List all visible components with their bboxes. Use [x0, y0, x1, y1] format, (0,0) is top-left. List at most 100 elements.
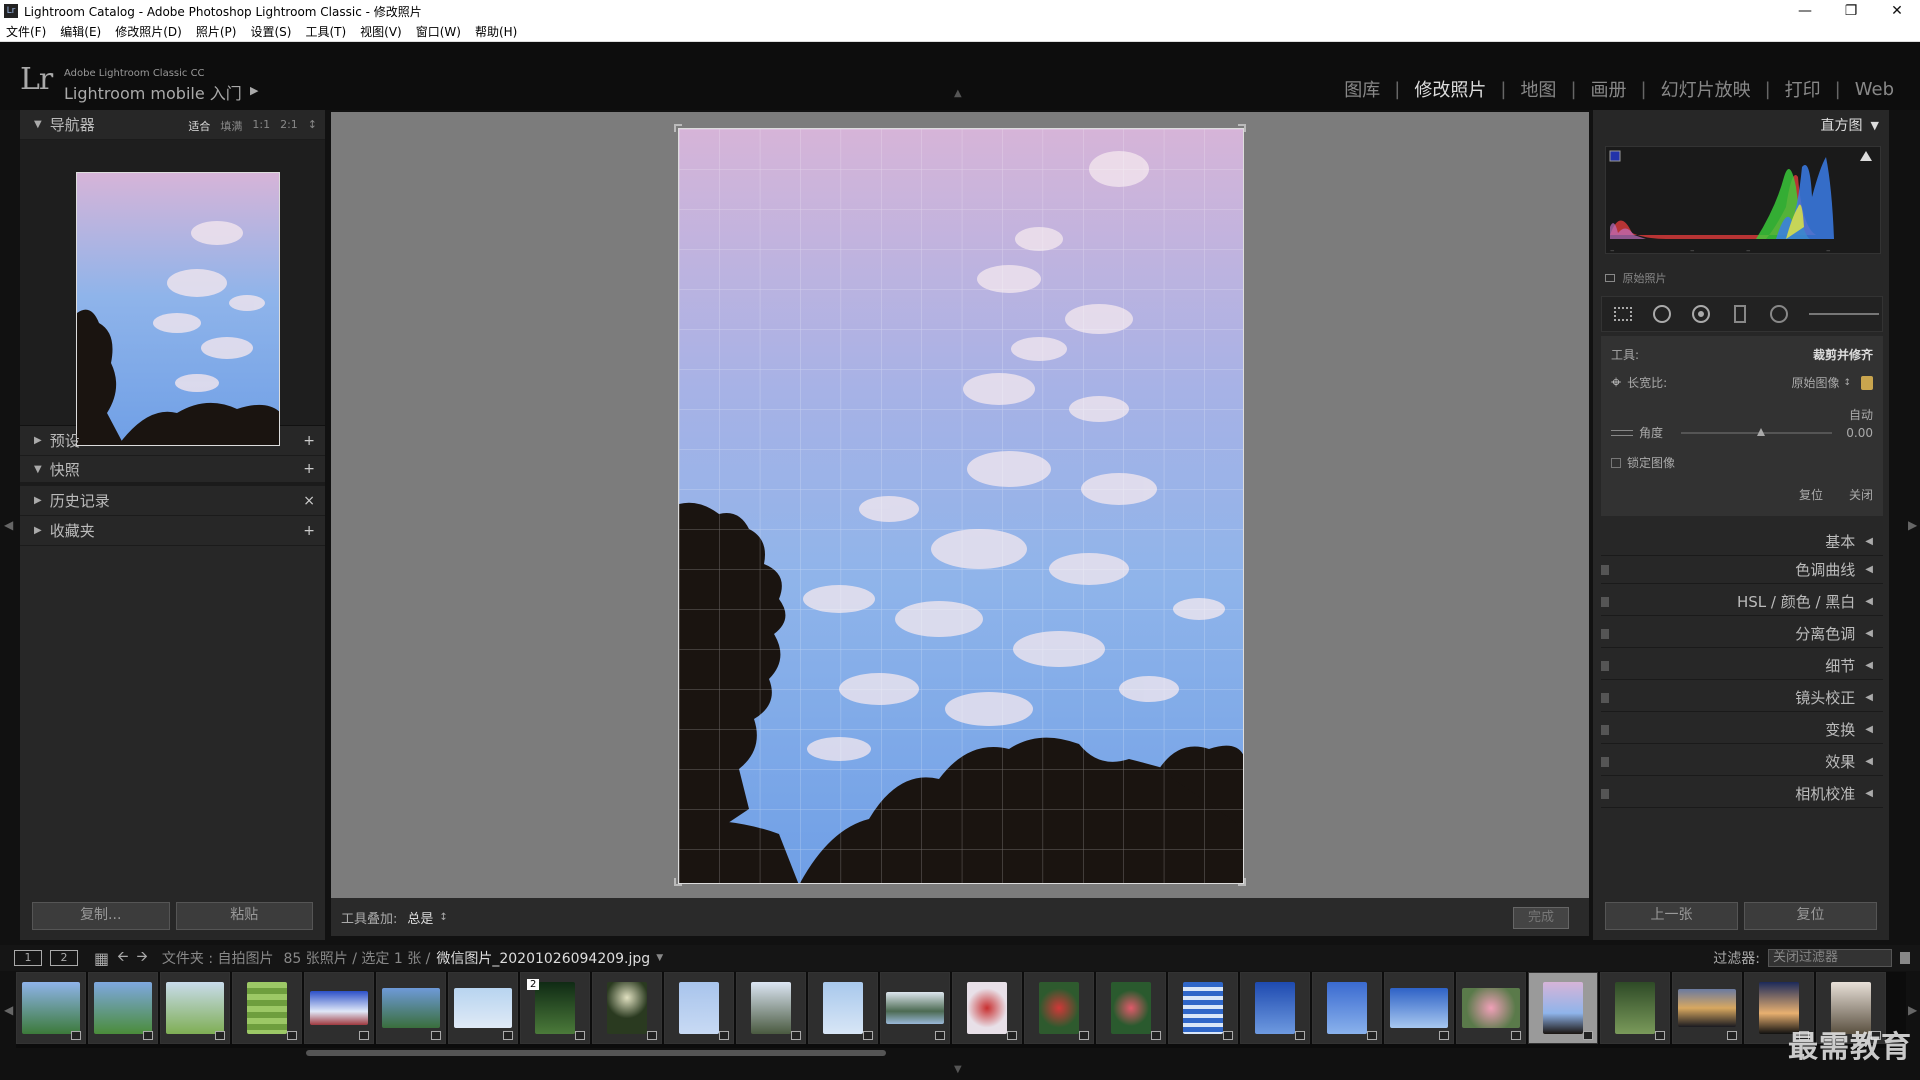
grid-view-icon[interactable]: ▦: [94, 949, 109, 968]
lock-icon[interactable]: [1861, 375, 1873, 390]
spot-removal-tool-icon[interactable]: [1651, 304, 1674, 324]
radial-filter-tool-icon[interactable]: [1767, 304, 1790, 324]
module-book[interactable]: 画册: [1577, 76, 1641, 102]
clear-history-icon[interactable]: ×: [303, 493, 315, 509]
module-map[interactable]: 地图: [1506, 76, 1570, 102]
thumbnail[interactable]: [1096, 972, 1166, 1044]
menu-develop[interactable]: 修改照片(D): [115, 23, 182, 40]
select-arrows-icon[interactable]: ↕: [1843, 378, 1851, 388]
thumbnail[interactable]: [1456, 972, 1526, 1044]
navigator-preview[interactable]: [20, 140, 325, 446]
crop-reset-button[interactable]: 复位: [1799, 486, 1823, 503]
thumbnail[interactable]: 2: [520, 972, 590, 1044]
histogram-header[interactable]: 直方图 ▼: [1593, 110, 1889, 140]
section-transform[interactable]: 变换 ◀: [1601, 716, 1883, 744]
collections-panel[interactable]: ▶ 收藏夹 +: [20, 516, 325, 546]
section-split-toning[interactable]: 分离色调 ◀: [1601, 620, 1883, 648]
menu-window[interactable]: 窗口(W): [416, 23, 461, 40]
thumbnail[interactable]: [304, 972, 374, 1044]
section-camera-calibration[interactable]: 相机校准 ◀: [1601, 780, 1883, 808]
thumbnail[interactable]: [1312, 972, 1382, 1044]
crop-handle-bottom-left[interactable]: [674, 878, 682, 886]
panel-switch-icon[interactable]: [1601, 725, 1609, 735]
filmstrip-right-icon[interactable]: ▶: [1908, 1003, 1917, 1017]
navigator-header[interactable]: ▼ 导航器 适合 填满 1:1 2:1 ↕: [20, 110, 325, 140]
thumbnail[interactable]: [736, 972, 806, 1044]
crop-close-button[interactable]: 关闭: [1849, 486, 1873, 503]
bottom-panel-toggle-icon[interactable]: ▼: [954, 1064, 962, 1075]
image-canvas[interactable]: [331, 112, 1589, 898]
adjustment-brush-tool-icon[interactable]: [1806, 304, 1882, 324]
navigator-thumbnail[interactable]: [76, 172, 280, 446]
menu-tools[interactable]: 工具(T): [305, 23, 346, 40]
tool-overlay-select[interactable]: 总是: [407, 908, 433, 927]
angle-slider[interactable]: [1681, 427, 1833, 436]
thumbnail[interactable]: [88, 972, 158, 1044]
thumbnail[interactable]: [952, 972, 1022, 1044]
panel-switch-icon[interactable]: [1601, 757, 1609, 767]
done-button[interactable]: 完成: [1513, 907, 1569, 929]
play-arrow-icon[interactable]: ▶: [250, 84, 258, 97]
maximize-icon[interactable]: ❐: [1828, 0, 1874, 22]
thumbnail[interactable]: [1240, 972, 1310, 1044]
thumbnail[interactable]: [160, 972, 230, 1044]
menu-file[interactable]: 文件(F): [6, 23, 46, 40]
graduated-filter-tool-icon[interactable]: [1728, 304, 1751, 324]
thumbnail[interactable]: [376, 972, 446, 1044]
module-slideshow[interactable]: 幻灯片放映: [1647, 76, 1765, 102]
zoom-fit[interactable]: 适合: [188, 118, 210, 134]
thumbnail[interactable]: [16, 972, 86, 1044]
section-hsl[interactable]: HSL / 颜色 / 黑白 ◀: [1601, 588, 1883, 616]
thumbnail[interactable]: [1672, 972, 1742, 1044]
module-library[interactable]: 图库: [1330, 76, 1394, 102]
menu-edit[interactable]: 编辑(E): [60, 23, 101, 40]
copy-settings-button[interactable]: 复制...: [32, 902, 170, 930]
crop-handle-bottom-right[interactable]: [1238, 878, 1246, 886]
section-basic[interactable]: 基本 ◀: [1601, 528, 1883, 556]
auto-straighten-button[interactable]: 自动: [1849, 406, 1873, 423]
close-icon[interactable]: ✕: [1874, 0, 1920, 22]
select-arrows-icon[interactable]: ↕: [439, 912, 447, 923]
secondary-window-button[interactable]: 2: [50, 950, 78, 966]
filmstrip-left-icon[interactable]: ◀: [4, 1003, 13, 1017]
panel-switch-icon[interactable]: [1601, 597, 1609, 607]
checkbox-icon[interactable]: [1605, 274, 1615, 282]
right-panel-toggle-icon[interactable]: ▶: [1908, 518, 1917, 532]
reset-button[interactable]: 复位: [1744, 902, 1877, 930]
module-develop[interactable]: 修改照片: [1400, 76, 1500, 102]
panel-switch-icon[interactable]: [1601, 789, 1609, 799]
straighten-level-icon[interactable]: [1611, 429, 1633, 436]
section-lens-corrections[interactable]: 镜头校正 ◀: [1601, 684, 1883, 712]
panel-switch-icon[interactable]: [1601, 629, 1609, 639]
thumbnail[interactable]: [1168, 972, 1238, 1044]
filmstrip-scrollbar[interactable]: [306, 1050, 886, 1056]
module-web[interactable]: Web: [1841, 79, 1908, 100]
menu-settings[interactable]: 设置(S): [250, 23, 291, 40]
slider-thumb-icon[interactable]: [1756, 427, 1765, 436]
filter-switch-icon[interactable]: [1900, 952, 1910, 964]
angle-value[interactable]: 0.00: [1846, 426, 1873, 440]
left-panel-toggle-icon[interactable]: ◀: [4, 518, 13, 532]
menu-photo[interactable]: 照片(P): [196, 23, 237, 40]
main-photo[interactable]: [678, 128, 1244, 884]
original-photo-toggle[interactable]: 原始照片: [1605, 270, 1667, 286]
thumbnail[interactable]: [664, 972, 734, 1044]
thumbnail[interactable]: [1384, 972, 1454, 1044]
red-eye-tool-icon[interactable]: [1690, 304, 1713, 324]
section-effects[interactable]: 效果 ◀: [1601, 748, 1883, 776]
paste-settings-button[interactable]: 粘贴: [175, 902, 313, 930]
thumbnail[interactable]: [232, 972, 302, 1044]
constrain-checkbox[interactable]: [1611, 457, 1621, 468]
thumbnail[interactable]: [1024, 972, 1094, 1044]
crop-frame-icon[interactable]: ⌖: [1611, 372, 1621, 393]
add-preset-icon[interactable]: +: [303, 433, 315, 449]
zoom-fill[interactable]: 填满: [220, 118, 242, 134]
thumbnail[interactable]: [592, 972, 662, 1044]
zoom-1-1[interactable]: 1:1: [252, 118, 270, 134]
top-panel-toggle-icon[interactable]: ▲: [954, 88, 962, 99]
panel-switch-icon[interactable]: [1601, 661, 1609, 671]
previous-button[interactable]: 上一张: [1605, 902, 1738, 930]
thumbnail-selected[interactable]: [1528, 972, 1598, 1044]
module-print[interactable]: 打印: [1771, 76, 1835, 102]
section-detail[interactable]: 细节 ◀: [1601, 652, 1883, 680]
